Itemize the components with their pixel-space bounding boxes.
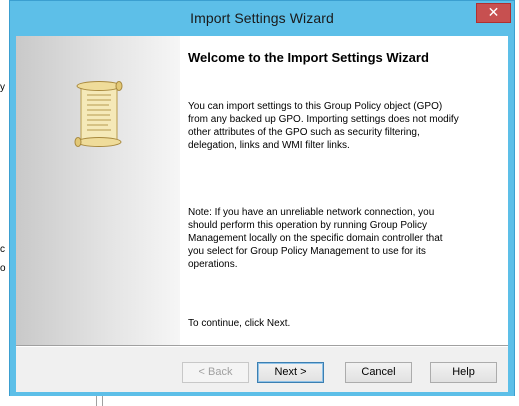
wizard-content-panel: Welcome to the Import Settings Wizard Yo… <box>16 36 508 345</box>
help-button[interactable]: Help <box>430 362 497 383</box>
window-title: Import Settings Wizard <box>190 10 334 26</box>
background-window-bottom <box>0 396 519 406</box>
background-text-fragment: o <box>0 263 6 274</box>
background-divider <box>96 396 97 406</box>
background-window-edge: y c o <box>0 0 9 406</box>
background-text-fragment: c <box>0 244 5 255</box>
dialog-client-area: Welcome to the Import Settings Wizard Yo… <box>16 36 508 392</box>
continue-instruction: To continue, click Next. <box>188 318 291 329</box>
scroll-icon <box>74 81 123 147</box>
close-button[interactable]: ✕ <box>476 3 511 23</box>
title-bar[interactable]: Import Settings Wizard ✕ <box>10 1 514 36</box>
next-button[interactable]: Next > <box>257 362 324 383</box>
back-button[interactable]: < Back <box>182 362 249 383</box>
background-text-fragment: y <box>0 82 5 93</box>
background-divider <box>102 396 103 406</box>
intro-paragraph: You can import settings to this Group Po… <box>188 101 459 151</box>
wizard-heading: Welcome to the Import Settings Wizard <box>188 50 429 65</box>
wizard-side-banner <box>16 36 180 345</box>
network-note-paragraph: Note: If you have an unreliable network … <box>188 207 443 270</box>
close-icon: ✕ <box>487 4 500 20</box>
cancel-button[interactable]: Cancel <box>345 362 412 383</box>
wizard-window: Import Settings Wizard ✕ Welcome to the … <box>9 0 515 397</box>
button-separator-highlight <box>16 346 508 347</box>
